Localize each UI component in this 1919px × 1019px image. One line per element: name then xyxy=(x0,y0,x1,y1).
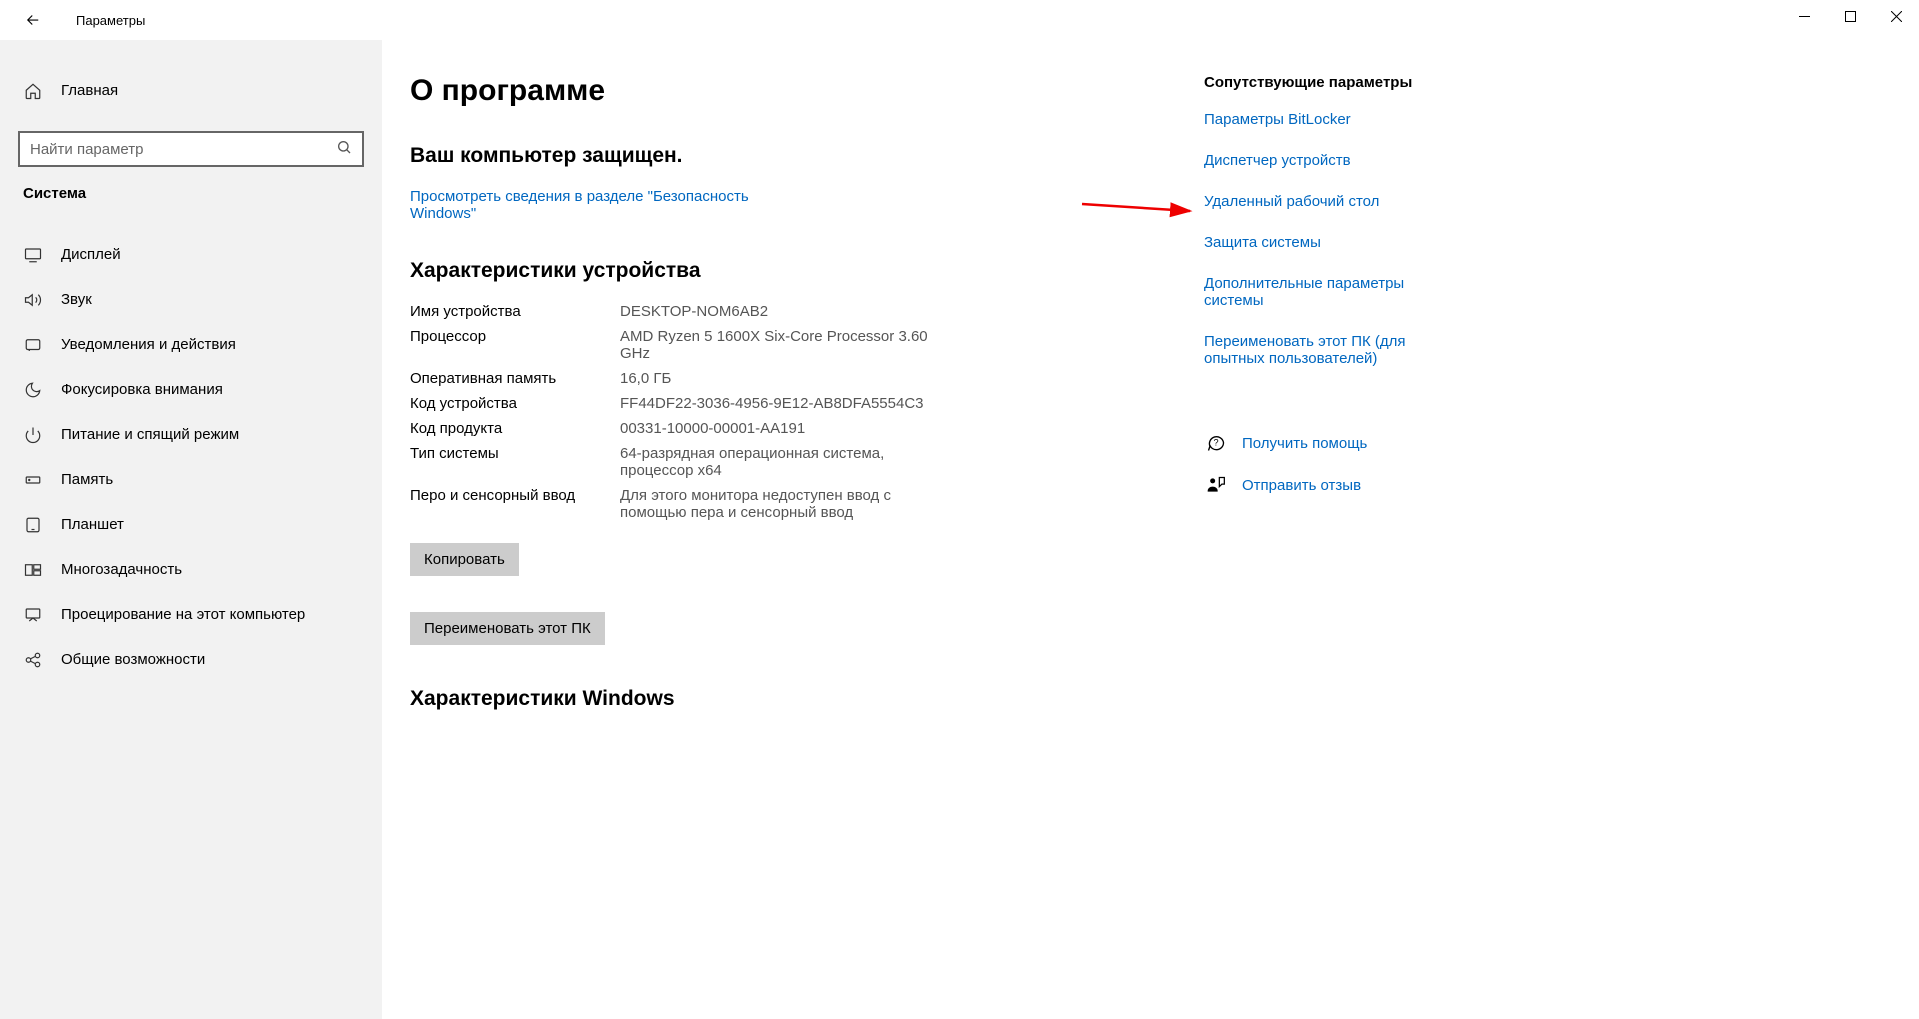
sidebar-item-tablet[interactable]: Планшет xyxy=(0,502,382,547)
spec-key: Код продукта xyxy=(410,420,620,437)
notifications-icon xyxy=(23,335,43,355)
sidebar-item-sound[interactable]: Звук xyxy=(0,277,382,322)
sidebar-item-label: Многозадачность xyxy=(61,561,182,578)
feedback-icon xyxy=(1204,473,1228,497)
main-content: О программе Ваш компьютер защищен. Просм… xyxy=(410,74,1180,1019)
titlebar: Параметры xyxy=(0,0,1919,40)
security-link[interactable]: Просмотреть сведения в разделе "Безопасн… xyxy=(410,188,810,222)
spec-val: 64-разрядная операционная система, проце… xyxy=(620,445,930,479)
spec-key: Код устройства xyxy=(410,395,620,412)
power-icon xyxy=(23,425,43,445)
spec-val: Для этого монитора недоступен ввод с пом… xyxy=(620,487,930,521)
related-link-rename-advanced[interactable]: Переименовать этот ПК (для опытных польз… xyxy=(1204,333,1454,367)
display-icon xyxy=(23,245,43,265)
spec-row: Код продукта 00331-10000-00001-AA191 xyxy=(410,420,1180,437)
sidebar-item-storage[interactable]: Память xyxy=(0,457,382,502)
tablet-icon xyxy=(23,515,43,535)
spec-val: DESKTOP-NOM6AB2 xyxy=(620,303,768,320)
related-link-system-protection[interactable]: Защита системы xyxy=(1204,234,1454,251)
spec-val: 00331-10000-00001-AA191 xyxy=(620,420,805,437)
help-icon: ? xyxy=(1204,431,1228,455)
protected-heading: Ваш компьютер защищен. xyxy=(410,144,1180,168)
sidebar-home[interactable]: Главная xyxy=(0,68,382,113)
sidebar-item-shared[interactable]: Общие возможности xyxy=(0,637,382,682)
related-panel: Сопутствующие параметры Параметры BitLoc… xyxy=(1204,74,1494,1019)
spec-row: Код устройства FF44DF22-3036-4956-9E12-A… xyxy=(410,395,1180,412)
get-help-link[interactable]: Получить помощь xyxy=(1242,435,1367,452)
minimize-button[interactable] xyxy=(1781,0,1827,32)
spec-val: AMD Ryzen 5 1600X Six-Core Processor 3.6… xyxy=(620,328,930,362)
spec-key: Оперативная память xyxy=(410,370,620,387)
copy-button[interactable]: Копировать xyxy=(410,543,519,576)
feedback-link[interactable]: Отправить отзыв xyxy=(1242,477,1361,494)
rename-pc-button[interactable]: Переименовать этот ПК xyxy=(410,612,605,645)
page-title: О программе xyxy=(410,74,1180,108)
multitasking-icon xyxy=(23,560,43,580)
sidebar-item-projecting[interactable]: Проецирование на этот компьютер xyxy=(0,592,382,637)
window-title: Параметры xyxy=(76,13,145,28)
device-spec-heading: Характеристики устройства xyxy=(410,259,1180,283)
spec-val: 16,0 ГБ xyxy=(620,370,671,387)
spec-key: Имя устройства xyxy=(410,303,620,320)
spec-row: Имя устройства DESKTOP-NOM6AB2 xyxy=(410,303,1180,320)
projecting-icon xyxy=(23,605,43,625)
related-heading: Сопутствующие параметры xyxy=(1204,74,1454,91)
sidebar-item-power[interactable]: Питание и спящий режим xyxy=(0,412,382,457)
sidebar-item-label: Память xyxy=(61,471,113,488)
spec-key: Тип системы xyxy=(410,445,620,479)
sidebar-item-label: Дисплей xyxy=(61,246,121,263)
related-link-device-manager[interactable]: Диспетчер устройств xyxy=(1204,152,1454,169)
sidebar: Главная Система Дисплей Звук Уведом xyxy=(0,40,382,1019)
sidebar-item-notifications[interactable]: Уведомления и действия xyxy=(0,322,382,367)
sidebar-item-label: Планшет xyxy=(61,516,124,533)
sidebar-item-multitasking[interactable]: Многозадачность xyxy=(0,547,382,592)
spec-key: Процессор xyxy=(410,328,620,362)
related-link-advanced-system[interactable]: Дополнительные параметры системы xyxy=(1204,275,1454,309)
search-input[interactable] xyxy=(30,141,336,158)
maximize-button[interactable] xyxy=(1827,0,1873,32)
spec-row: Тип системы 64-разрядная операционная си… xyxy=(410,445,1180,479)
related-link-remote-desktop[interactable]: Удаленный рабочий стол xyxy=(1204,193,1454,210)
shared-icon xyxy=(23,650,43,670)
sidebar-home-label: Главная xyxy=(61,82,118,99)
spec-row: Перо и сенсорный ввод Для этого монитора… xyxy=(410,487,1180,521)
storage-icon xyxy=(23,470,43,490)
sidebar-item-focus[interactable]: Фокусировка внимания xyxy=(0,367,382,412)
sidebar-section-title: Система xyxy=(0,185,382,202)
sidebar-item-label: Общие возможности xyxy=(61,651,205,668)
home-icon xyxy=(23,81,43,101)
spec-val: FF44DF22-3036-4956-9E12-AB8DFA5554C3 xyxy=(620,395,924,412)
sidebar-item-label: Уведомления и действия xyxy=(61,336,236,353)
close-button[interactable] xyxy=(1873,0,1919,32)
back-button[interactable] xyxy=(18,5,48,35)
sidebar-item-label: Фокусировка внимания xyxy=(61,381,223,398)
spec-row: Процессор AMD Ryzen 5 1600X Six-Core Pro… xyxy=(410,328,1180,362)
sidebar-item-label: Проецирование на этот компьютер xyxy=(61,606,305,623)
sidebar-item-display[interactable]: Дисплей xyxy=(0,232,382,277)
svg-text:?: ? xyxy=(1213,438,1218,448)
related-link-bitlocker[interactable]: Параметры BitLocker xyxy=(1204,111,1454,128)
spec-key: Перо и сенсорный ввод xyxy=(410,487,620,521)
search-box[interactable] xyxy=(18,131,364,167)
search-icon xyxy=(336,139,352,160)
windows-spec-heading: Характеристики Windows xyxy=(410,687,1180,711)
sound-icon xyxy=(23,290,43,310)
sidebar-item-label: Питание и спящий режим xyxy=(61,426,239,443)
focus-icon xyxy=(23,380,43,400)
sidebar-item-label: Звук xyxy=(61,291,92,308)
spec-row: Оперативная память 16,0 ГБ xyxy=(410,370,1180,387)
